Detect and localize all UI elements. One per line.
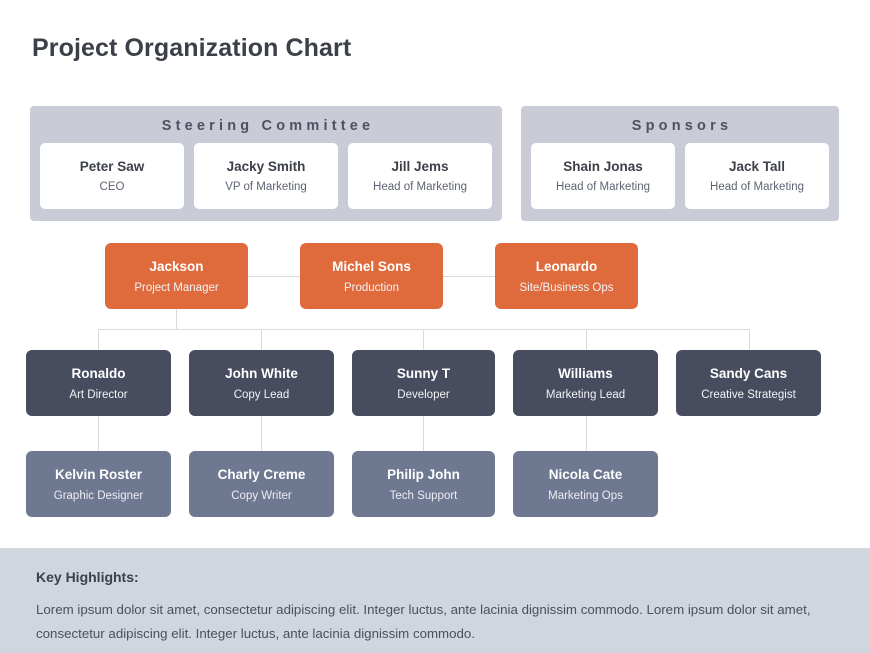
node-name: Michel Sons	[332, 258, 411, 274]
person-name: Jack Tall	[728, 159, 786, 174]
node-name: Sunny T	[396, 365, 451, 381]
person-name: Peter Saw	[79, 159, 145, 174]
node-role: Creative Strategist	[701, 388, 796, 401]
node-role: Marketing Lead	[545, 388, 626, 401]
page-title: Project Organization Chart	[32, 34, 352, 62]
person-name: Shain Jonas	[563, 159, 643, 174]
key-highlights-body: Lorem ipsum dolor sit amet, consectetur …	[36, 602, 811, 641]
connector-sunnyt-philip	[423, 416, 424, 451]
node-name: Philip John	[387, 466, 460, 482]
node-kelvin-roster[interactable]: Kelvin Roster Graphic Designer	[26, 451, 171, 517]
connector-williams-nicola	[586, 416, 587, 451]
connector-drop-sandycans	[749, 329, 750, 350]
sponsors-card-row: Shain Jonas Head of Marketing Jack Tall …	[521, 134, 839, 209]
connector-jackson-stem	[176, 309, 177, 329]
sponsors-panel: Sponsors Shain Jonas Head of Marketing J…	[521, 106, 839, 221]
person-role: VP of Marketing	[225, 181, 307, 193]
key-highlights-band: Key Highlights: Lorem ipsum dolor sit am…	[0, 548, 870, 653]
node-name: John White	[225, 365, 298, 381]
node-name: Williams	[558, 365, 613, 381]
person-card-jacky-smith[interactable]: Jacky Smith VP of Marketing	[194, 143, 338, 209]
node-leonardo[interactable]: Leonardo Site/Business Ops	[495, 243, 638, 309]
node-sunny-t[interactable]: Sunny T Developer	[352, 350, 495, 416]
connector-drop-williams	[586, 329, 587, 350]
connector-drop-sunnyt	[423, 329, 424, 350]
connector-drop-ronaldo	[98, 329, 99, 350]
person-role: Head of Marketing	[710, 181, 804, 193]
steering-committee-panel: Steering Committee Peter Saw CEO Jacky S…	[30, 106, 502, 221]
node-role: Art Director	[69, 388, 128, 401]
node-philip-john[interactable]: Philip John Tech Support	[352, 451, 495, 517]
node-role: Marketing Ops	[548, 489, 623, 502]
node-role: Project Manager	[134, 281, 219, 294]
person-role: CEO	[99, 181, 125, 193]
node-role: Developer	[397, 388, 450, 401]
key-highlights-title: Key Highlights:	[36, 569, 139, 585]
node-name: Jackson	[149, 258, 204, 274]
person-card-shain-jonas[interactable]: Shain Jonas Head of Marketing	[531, 143, 675, 209]
person-card-peter-saw[interactable]: Peter Saw CEO	[40, 143, 184, 209]
node-john-white[interactable]: John White Copy Lead	[189, 350, 334, 416]
connector-drop-johnwhite	[261, 329, 262, 350]
connector-michel-leonardo	[443, 276, 495, 277]
node-charly-creme[interactable]: Charly Creme Copy Writer	[189, 451, 334, 517]
node-role: Tech Support	[389, 489, 458, 502]
node-sandy-cans[interactable]: Sandy Cans Creative Strategist	[676, 350, 821, 416]
steering-committee-card-row: Peter Saw CEO Jacky Smith VP of Marketin…	[30, 134, 502, 209]
person-card-jill-jems[interactable]: Jill Jems Head of Marketing	[348, 143, 492, 209]
node-williams[interactable]: Williams Marketing Lead	[513, 350, 658, 416]
person-name: Jacky Smith	[226, 159, 306, 174]
node-name: Sandy Cans	[709, 365, 788, 381]
node-role: Copy Lead	[233, 388, 290, 401]
node-name: Nicola Cate	[548, 466, 623, 482]
node-role: Copy Writer	[231, 489, 292, 502]
sponsors-title: Sponsors	[631, 118, 733, 134]
node-jackson[interactable]: Jackson Project Manager	[105, 243, 248, 309]
node-name: Kelvin Roster	[54, 466, 143, 482]
person-role: Head of Marketing	[373, 181, 467, 193]
node-role: Graphic Designer	[53, 489, 144, 502]
node-ronaldo[interactable]: Ronaldo Art Director	[26, 350, 171, 416]
person-card-jack-tall[interactable]: Jack Tall Head of Marketing	[685, 143, 829, 209]
connector-johnwhite-charly	[261, 416, 262, 451]
node-nicola-cate[interactable]: Nicola Cate Marketing Ops	[513, 451, 658, 517]
person-name: Jill Jems	[391, 159, 449, 174]
node-name: Leonardo	[535, 258, 598, 274]
node-michel-sons[interactable]: Michel Sons Production	[300, 243, 443, 309]
person-role: Head of Marketing	[556, 181, 650, 193]
node-role: Production	[344, 281, 399, 294]
node-name: Ronaldo	[71, 365, 126, 381]
steering-committee-title: Steering Committee	[161, 118, 375, 134]
node-role: Site/Business Ops	[519, 281, 614, 294]
connector-jackson-michel	[248, 276, 300, 277]
connector-ronaldo-kelvin	[98, 416, 99, 451]
node-name: Charly Creme	[217, 466, 306, 482]
